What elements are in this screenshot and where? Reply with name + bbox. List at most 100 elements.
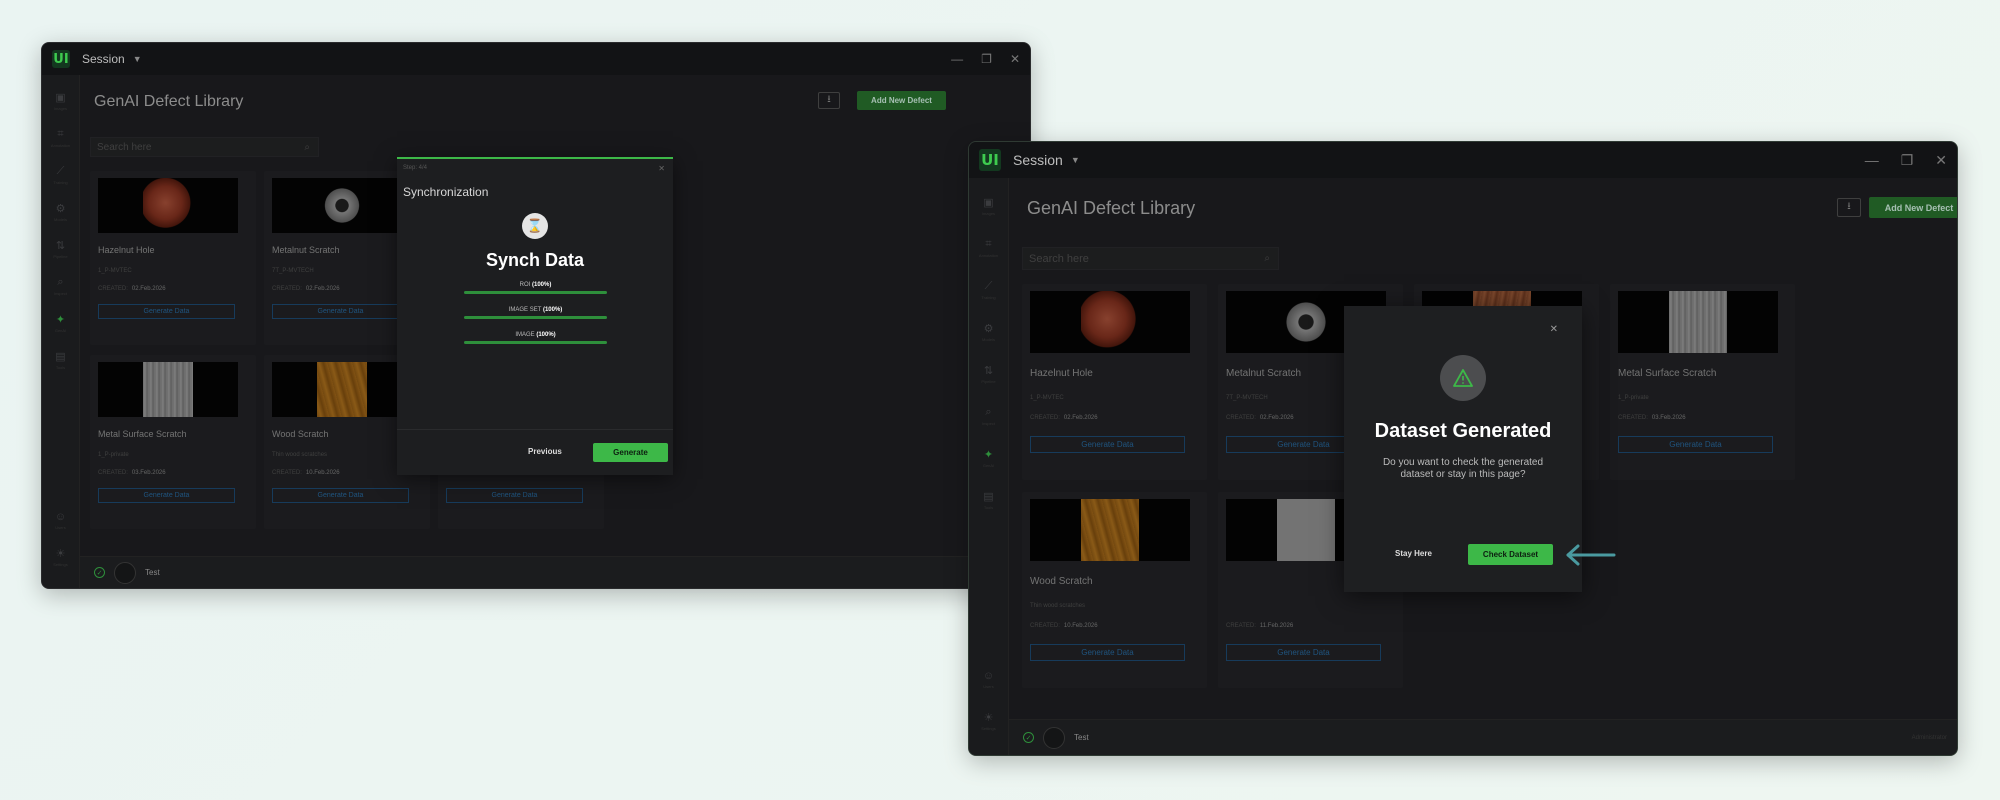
bulb-icon: ☀ bbox=[983, 712, 994, 724]
sidebar-item-models[interactable]: ⚙ Models bbox=[46, 196, 76, 228]
progress-label: ROI (100%) bbox=[464, 282, 607, 288]
sidebar-item-label: Training bbox=[981, 295, 996, 300]
sidebar-bottom: ☺ Users ☀ Settings bbox=[969, 661, 1008, 745]
sidebar-item-label: Annotation bbox=[50, 143, 71, 148]
sidebar-item-users[interactable]: ☺ Users bbox=[46, 504, 76, 536]
progress-bar bbox=[464, 291, 607, 294]
image-icon: ▣ bbox=[55, 92, 66, 104]
session-menu[interactable]: Session bbox=[1013, 152, 1063, 168]
sidebar-item-label: Tools bbox=[55, 365, 66, 370]
title-bar: UI Session ▼ — ❐ ✕ bbox=[969, 142, 1957, 178]
dataset-generated-dialog: ✕ Dataset Generated Do you want to check… bbox=[1344, 306, 1582, 592]
divider bbox=[397, 429, 673, 430]
close-icon[interactable]: ✕ bbox=[1010, 52, 1020, 66]
app-logo: UI bbox=[52, 50, 70, 68]
crop-icon: ⌗ bbox=[57, 128, 64, 140]
status-bar: ✓ Test Administrator bbox=[1009, 719, 1957, 755]
sidebar-item-label: Models bbox=[54, 217, 67, 222]
previous-button[interactable]: Previous bbox=[528, 447, 562, 456]
sidebar-item-label: Models bbox=[982, 337, 995, 342]
restore-icon[interactable]: ❐ bbox=[981, 52, 992, 66]
dialog-title: Synchronization bbox=[403, 185, 489, 199]
sidebar-item-tools[interactable]: ▤ Tools bbox=[974, 482, 1004, 518]
progress-label: IMAGE (100%) bbox=[464, 332, 607, 338]
progress-name: IMAGE bbox=[515, 332, 535, 338]
pipeline-icon: ⇅ bbox=[55, 240, 66, 252]
close-icon[interactable]: ✕ bbox=[658, 164, 665, 173]
progress-name: ROI bbox=[519, 282, 531, 288]
gear-icon: ⚙ bbox=[55, 203, 66, 215]
generate-button[interactable]: Generate bbox=[593, 443, 668, 462]
sidebar-item-inspect[interactable]: ⌕ Inspect bbox=[46, 270, 76, 302]
app-logo: UI bbox=[979, 149, 1001, 171]
progress-item: ROI (100%) bbox=[464, 282, 607, 294]
dialog-heading: Dataset Generated bbox=[1374, 420, 1552, 442]
sidebar-item-label: Users bbox=[55, 524, 66, 530]
progress-value: (100%) bbox=[536, 332, 556, 338]
sidebar-item-users[interactable]: ☺ Users bbox=[974, 661, 1004, 697]
step-indicator: Step: 4/4 bbox=[403, 165, 428, 171]
sidebar-item-training[interactable]: ⟋ Training bbox=[46, 159, 76, 191]
avatar[interactable] bbox=[1043, 726, 1065, 749]
close-icon[interactable]: ✕ bbox=[1550, 324, 1558, 335]
restore-icon[interactable]: ❐ bbox=[1901, 152, 1914, 169]
stay-here-button[interactable]: Stay Here bbox=[1395, 549, 1432, 558]
check-circle-icon: ✓ bbox=[94, 567, 105, 578]
magic-wand-icon: ✦ bbox=[55, 314, 66, 326]
sidebar-item-settings[interactable]: ☀ Settings bbox=[974, 703, 1004, 739]
sidebar-item-genai[interactable]: ✦ GenAI bbox=[974, 440, 1004, 476]
sidebar-item-label: Settings bbox=[981, 726, 996, 731]
progress-item: IMAGE (100%) bbox=[464, 332, 607, 344]
sidebar-item-images[interactable]: ▣ Images bbox=[46, 85, 76, 117]
sidebar-item-genai[interactable]: ✦ GenAI bbox=[46, 307, 76, 339]
sidebar-item-tools[interactable]: ▤ Tools bbox=[46, 344, 76, 376]
dialog-heading: Synch Data bbox=[485, 250, 585, 270]
progress-item: IMAGE SET (100%) bbox=[464, 307, 607, 319]
bulb-icon: ☀ bbox=[55, 548, 66, 560]
status-bar: ✓ Test Administrator bbox=[80, 556, 1030, 588]
chevron-down-icon[interactable]: ▼ bbox=[133, 54, 142, 64]
avatar[interactable] bbox=[114, 561, 136, 584]
sync-dialog: Step: 4/4 ✕ Synchronization ⌛ Synch Data… bbox=[397, 157, 673, 475]
user-name: Test bbox=[145, 568, 160, 577]
crop-icon: ⌗ bbox=[985, 238, 992, 250]
clipboard-icon: ▤ bbox=[55, 351, 66, 363]
zoom-icon: ⌕ bbox=[985, 406, 992, 418]
close-icon[interactable]: ✕ bbox=[1935, 152, 1947, 169]
warning-icon bbox=[1440, 355, 1486, 401]
sidebar-item-settings[interactable]: ☀ Settings bbox=[46, 541, 76, 573]
progress-name: IMAGE SET bbox=[508, 307, 542, 313]
session-menu[interactable]: Session bbox=[82, 52, 125, 66]
user-icon: ☺ bbox=[982, 669, 995, 682]
minimize-icon[interactable]: — bbox=[951, 52, 963, 66]
side-rail: ▣ Images ⌗ Annotation ⟋ Training ⚙ Models ⇅ Pipel… bbox=[42, 75, 80, 588]
sidebar-item-label: Images bbox=[981, 211, 996, 216]
sidebar-item-annotation[interactable]: ⌗ Annotation bbox=[974, 230, 1004, 266]
sidebar-item-pipeline[interactable]: ⇅ Pipeline bbox=[974, 356, 1004, 392]
progress-value: (100%) bbox=[532, 282, 552, 288]
progress-bar bbox=[464, 341, 607, 344]
clipboard-icon: ▤ bbox=[983, 491, 994, 503]
image-icon: ▣ bbox=[983, 197, 994, 209]
user-role: Administrator bbox=[1911, 734, 1947, 741]
sidebar-bottom: ☺ Users ☀ Settings bbox=[42, 504, 79, 578]
sidebar-item-label: GenAI bbox=[982, 463, 995, 468]
sidebar-item-inspect[interactable]: ⌕ Inspect bbox=[974, 398, 1004, 434]
sidebar-item-training[interactable]: ⟋ Training bbox=[974, 272, 1004, 308]
dialog-message: Do you want to check the generated datas… bbox=[1382, 457, 1544, 480]
sidebar-item-pipeline[interactable]: ⇅ Pipeline bbox=[46, 233, 76, 265]
chevron-down-icon[interactable]: ▼ bbox=[1071, 155, 1080, 165]
sidebar-item-label: Inspect bbox=[982, 421, 995, 426]
sidebar-item-models[interactable]: ⚙ Models bbox=[974, 314, 1004, 350]
minimize-icon[interactable]: — bbox=[1865, 152, 1879, 168]
user-name: Test bbox=[1074, 733, 1089, 742]
sidebar-item-label: Training bbox=[53, 180, 68, 185]
check-dataset-button[interactable]: Check Dataset bbox=[1468, 544, 1553, 565]
side-rail: ▣ Images ⌗ Annotation ⟋ Training ⚙ Models ⇅ Pipel… bbox=[969, 178, 1009, 755]
sidebar-item-label: GenAI bbox=[54, 328, 67, 333]
sidebar-item-annotation[interactable]: ⌗ Annotation bbox=[46, 122, 76, 154]
sidebar-item-label: Inspect bbox=[54, 291, 67, 296]
magic-wand-icon: ✦ bbox=[983, 449, 994, 461]
sidebar-item-images[interactable]: ▣ Images bbox=[974, 188, 1004, 224]
title-bar: UI Session ▼ — ❐ ✕ bbox=[42, 43, 1030, 75]
